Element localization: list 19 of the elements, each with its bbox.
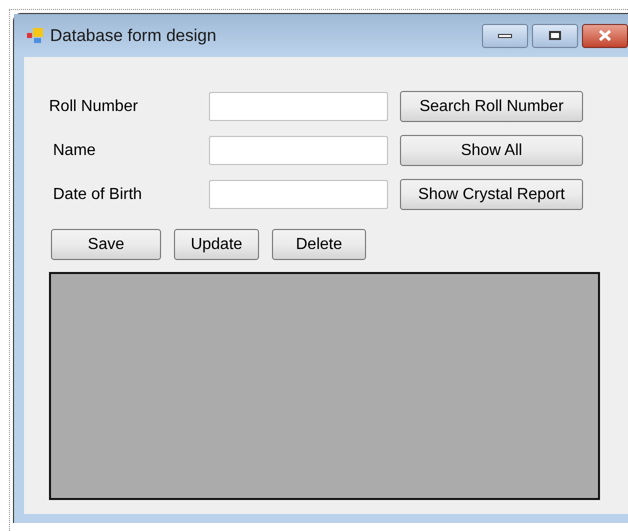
close-icon <box>598 30 612 41</box>
action-button[interactable]: Delete <box>272 229 366 260</box>
maximize-button[interactable] <box>532 24 578 48</box>
close-button[interactable] <box>582 24 628 48</box>
text-field[interactable] <box>209 92 388 121</box>
field-label: Date of Birth <box>52 184 143 204</box>
action-button[interactable]: Save <box>51 229 161 260</box>
text-field[interactable] <box>209 136 388 165</box>
data-grid[interactable] <box>49 272 600 500</box>
text-field[interactable] <box>209 180 388 209</box>
command-button[interactable]: Show Crystal Report <box>400 179 583 210</box>
app-icon <box>27 26 45 44</box>
field-label: Name <box>52 140 97 160</box>
field-label: Roll Number <box>49 96 139 116</box>
minimize-button[interactable] <box>482 24 528 48</box>
command-button[interactable]: Search Roll Number <box>400 91 583 122</box>
action-button[interactable]: Update <box>174 229 259 260</box>
command-button[interactable]: Show All <box>400 135 583 166</box>
window-title: Database form design <box>50 24 216 47</box>
